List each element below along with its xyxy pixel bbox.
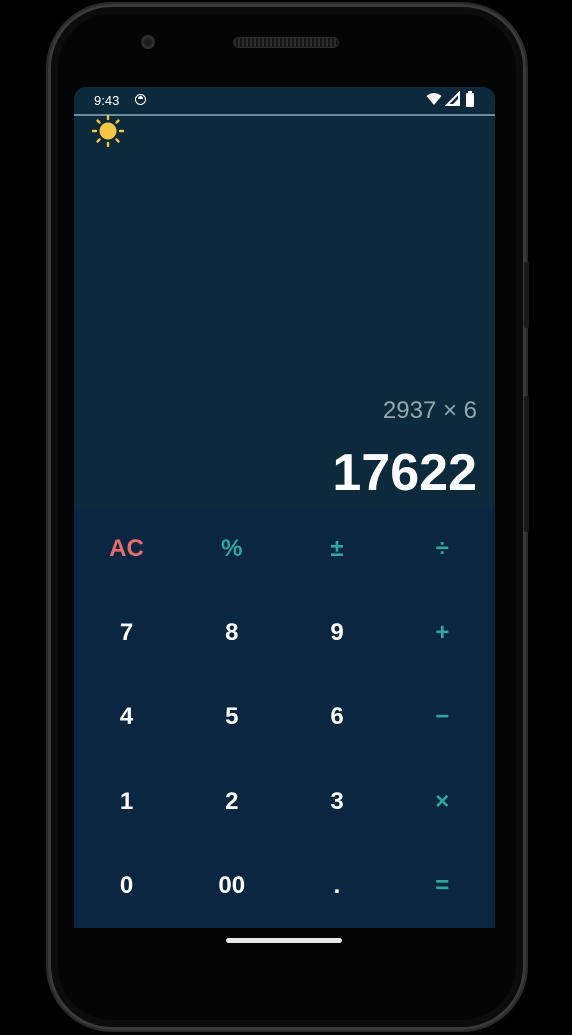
digit-5-button[interactable]: 5	[179, 675, 284, 759]
digit-9-button[interactable]: 9	[285, 591, 390, 675]
wifi-icon	[426, 93, 442, 105]
sun-icon	[91, 114, 125, 148]
digit-8-button[interactable]: 8	[179, 591, 284, 675]
digit-7-button[interactable]: 7	[74, 591, 179, 675]
clear-button[interactable]: AC	[74, 507, 179, 591]
plus-minus-button[interactable]: ±	[285, 507, 390, 591]
home-indicator[interactable]	[226, 938, 342, 943]
digit-1-button[interactable]: 1	[74, 760, 179, 844]
theme-toggle-button[interactable]	[90, 114, 126, 148]
double-zero-button[interactable]: 00	[179, 844, 284, 928]
digit-3-button[interactable]: 3	[285, 760, 390, 844]
digit-4-button[interactable]: 4	[74, 675, 179, 759]
percent-button[interactable]: %	[179, 507, 284, 591]
multiply-button[interactable]: ×	[390, 760, 495, 844]
divider	[74, 114, 495, 116]
decimal-button[interactable]: .	[285, 844, 390, 928]
expression-display: 2937 × 6	[382, 397, 477, 424]
keypad: AC% ± ÷ 7 8 9 +4 5 6− 1 2 3 × 0 00. =	[74, 507, 495, 928]
digit-2-button[interactable]: 2	[179, 760, 284, 844]
calculator-screen: 9:43 2937 × 6 17622 AC % ± ÷ 7 8 9 + 4 5…	[74, 87, 495, 928]
battery-icon	[466, 91, 474, 107]
front-camera	[141, 35, 155, 49]
status-icons	[426, 90, 475, 107]
app-icon	[135, 94, 146, 105]
power-button	[524, 396, 529, 532]
status-time: 9:43	[94, 93, 120, 108]
digit-0-button[interactable]: 0	[74, 844, 179, 928]
subtract-button[interactable]: −	[390, 675, 495, 759]
signal-icon	[444, 90, 461, 106]
earpiece-speaker	[234, 38, 338, 47]
result-display: 17622	[332, 444, 477, 502]
divide-button[interactable]: ÷	[390, 507, 495, 591]
equals-button[interactable]: =	[390, 844, 495, 928]
status-bar: 9:43	[74, 87, 495, 113]
volume-button	[524, 262, 529, 328]
add-button[interactable]: +	[390, 591, 495, 675]
digit-6-button[interactable]: 6	[285, 675, 390, 759]
